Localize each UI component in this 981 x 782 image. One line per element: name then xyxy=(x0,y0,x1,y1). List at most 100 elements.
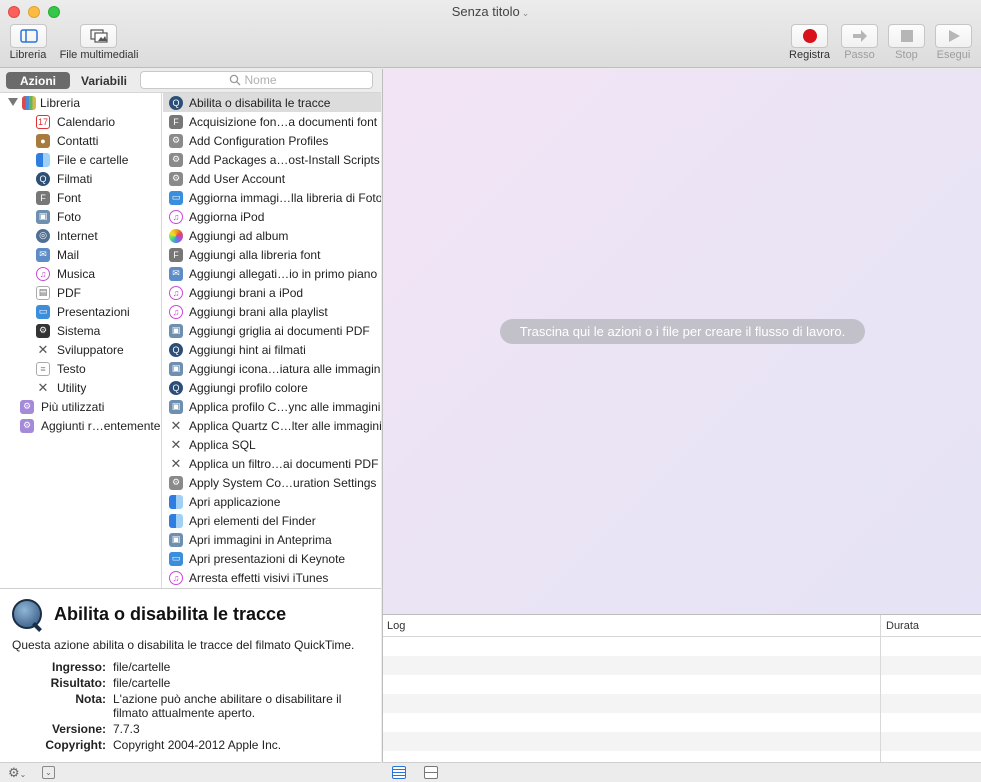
category-root-library[interactable]: Libreria xyxy=(0,93,161,112)
action-item[interactable]: ▣ Aggiungi griglia ai documenti PDF xyxy=(163,321,381,340)
category-fonts[interactable]: F Font xyxy=(0,188,161,207)
action-label: Aggiorna iPod xyxy=(189,209,265,224)
action-item[interactable]: ▭ Aggiorna immagi…lla libreria di Foto xyxy=(163,188,381,207)
category-developer[interactable]: ✕ Sviluppatore xyxy=(0,340,161,359)
action-item[interactable]: F Aggiungi alla libreria font xyxy=(163,245,381,264)
search-field[interactable] xyxy=(140,71,373,89)
info-title: Abilita o disabilita le tracce xyxy=(54,604,287,624)
log-row xyxy=(383,656,981,675)
category-contacts[interactable]: ● Contatti xyxy=(0,131,161,150)
step-icon xyxy=(852,30,867,42)
action-item[interactable]: Apri elementi del Finder xyxy=(163,511,381,530)
action-item[interactable]: ▣ Apri immagini in Anteprima xyxy=(163,530,381,549)
action-item[interactable]: ▣ Aggiungi icona…iatura alle immagini xyxy=(163,359,381,378)
category-music[interactable]: ♫ Musica xyxy=(0,264,161,283)
action-label: Add Configuration Profiles xyxy=(189,133,329,148)
library-toggle-button[interactable] xyxy=(10,24,47,48)
category-label: PDF xyxy=(57,285,81,300)
action-label: Aggiungi profilo colore xyxy=(189,380,308,395)
quicktime-icon xyxy=(12,599,42,629)
category-label: Calendario xyxy=(57,114,116,129)
action-item[interactable]: ▣ Applica profilo C…ync alle immagini xyxy=(163,397,381,416)
action-item[interactable]: Aggiungi ad album xyxy=(163,226,381,245)
category-label: File e cartelle xyxy=(57,152,129,167)
group-most-used[interactable]: ⚙ Più utilizzati xyxy=(0,397,161,416)
action-item[interactable]: ♫ Aggiorna iPod xyxy=(163,207,381,226)
tools-icon: ✕ xyxy=(170,417,182,433)
quicktime-icon: Q xyxy=(169,95,183,110)
action-label: Aggiungi icona…iatura alle immagini xyxy=(189,361,381,376)
action-item[interactable]: ⚙ Apply System Co…uration Settings xyxy=(163,473,381,492)
duration-column-header[interactable]: Durata xyxy=(886,620,919,632)
action-item[interactable]: ♫ Aggiungi brani a iPod xyxy=(163,283,381,302)
workflow-canvas[interactable]: Trascina qui le azioni o i file per crea… xyxy=(382,69,981,614)
log-view-icon[interactable] xyxy=(424,766,438,779)
action-item[interactable]: ✕ Applica un filtro…ai documenti PDF xyxy=(163,454,381,473)
action-item[interactable]: ✕ Applica SQL xyxy=(163,435,381,454)
run-button[interactable] xyxy=(935,24,972,48)
search-input[interactable] xyxy=(244,73,285,87)
automator-robot-icon: ⚙ xyxy=(169,171,183,186)
category-internet[interactable]: ◎ Internet xyxy=(0,226,161,245)
category-label: Più utilizzati xyxy=(41,399,105,414)
category-label: Sistema xyxy=(57,323,101,338)
toggle-description-button[interactable]: ⌄ xyxy=(42,766,55,779)
action-item[interactable]: ♫ Arresta effetti visivi iTunes xyxy=(163,568,381,587)
log-column-divider[interactable] xyxy=(880,615,881,762)
gear-menu-button[interactable]: ⚙⌄ xyxy=(8,765,26,781)
category-movies[interactable]: Q Filmati xyxy=(0,169,161,188)
log-column-header[interactable]: Log xyxy=(387,620,405,632)
keynote-icon: ▭ xyxy=(36,304,50,319)
tab-variables[interactable]: Variabili xyxy=(72,72,136,89)
text-document-icon: ≡ xyxy=(36,361,50,376)
category-system[interactable]: ⚙ Sistema xyxy=(0,321,161,340)
library-books-icon xyxy=(22,95,36,110)
font-book-icon: F xyxy=(36,190,50,205)
finder-icon xyxy=(169,494,183,509)
category-label: Mail xyxy=(57,247,80,262)
input-key: Ingresso: xyxy=(51,660,106,674)
font-book-icon: F xyxy=(169,114,183,129)
search-icon xyxy=(229,74,240,86)
automator-robot-icon: ⚙ xyxy=(169,133,183,148)
action-item[interactable]: ⚙ Add Configuration Profiles xyxy=(163,131,381,150)
action-item[interactable]: F Acquisizione fon…a documenti font xyxy=(163,112,381,131)
record-button[interactable] xyxy=(791,24,828,48)
action-item[interactable]: ✉ Aggiungi allegati…io in primo piano xyxy=(163,264,381,283)
action-item[interactable]: Q Aggiungi profilo colore xyxy=(163,378,381,397)
action-item[interactable]: Apri applicazione xyxy=(163,492,381,511)
library-bottom-bar: ⚙⌄ ⌄ xyxy=(0,762,381,782)
action-label: Apply System Co…uration Settings xyxy=(189,475,377,490)
action-item[interactable]: Q Aggiungi hint ai filmati xyxy=(163,340,381,359)
action-item[interactable]: Q Abilita o disabilita le tracce xyxy=(163,93,381,112)
tab-actions[interactable]: Azioni xyxy=(6,72,70,89)
action-item[interactable]: ✕ Applica Quartz C…lter alle immagini xyxy=(163,416,381,435)
stop-button[interactable] xyxy=(888,24,925,48)
result-value: file/cartelle xyxy=(113,676,171,690)
category-text[interactable]: ≡ Testo xyxy=(0,359,161,378)
action-label: Apri immagini in Anteprima xyxy=(189,532,332,547)
media-button[interactable] xyxy=(80,24,117,48)
step-button[interactable] xyxy=(841,24,878,48)
group-recently-added[interactable]: ⚙ Aggiunti r…entemente xyxy=(0,416,161,435)
category-pdf[interactable]: ▤ PDF xyxy=(0,283,161,302)
category-utility[interactable]: ✕ Utility xyxy=(0,378,161,397)
category-files-folders[interactable]: File e cartelle xyxy=(0,150,161,169)
log-header: Log Durata xyxy=(383,615,981,637)
quicktime-icon: Q xyxy=(169,342,183,357)
window-title[interactable]: Senza titolo ⌄ xyxy=(0,4,981,19)
category-calendar[interactable]: 17 Calendario xyxy=(0,112,161,131)
category-mail[interactable]: ✉ Mail xyxy=(0,245,161,264)
action-item[interactable]: ▭ Apri presentazioni di Keynote xyxy=(163,549,381,568)
note-key: Nota: xyxy=(75,692,106,706)
category-photos[interactable]: ▣ Foto xyxy=(0,207,161,226)
action-item[interactable]: ⚙ Add User Account xyxy=(163,169,381,188)
action-item[interactable]: ⚙ Add Packages a…ost-Install Scripts xyxy=(163,150,381,169)
tools-icon: ✕ xyxy=(37,341,49,357)
font-book-icon: F xyxy=(169,247,183,262)
action-item[interactable]: ♫ Aggiungi brani alla playlist xyxy=(163,302,381,321)
category-label: Internet xyxy=(57,228,98,243)
disclosure-triangle-icon[interactable] xyxy=(8,98,18,106)
list-view-icon[interactable] xyxy=(392,766,406,779)
category-presentations[interactable]: ▭ Presentazioni xyxy=(0,302,161,321)
